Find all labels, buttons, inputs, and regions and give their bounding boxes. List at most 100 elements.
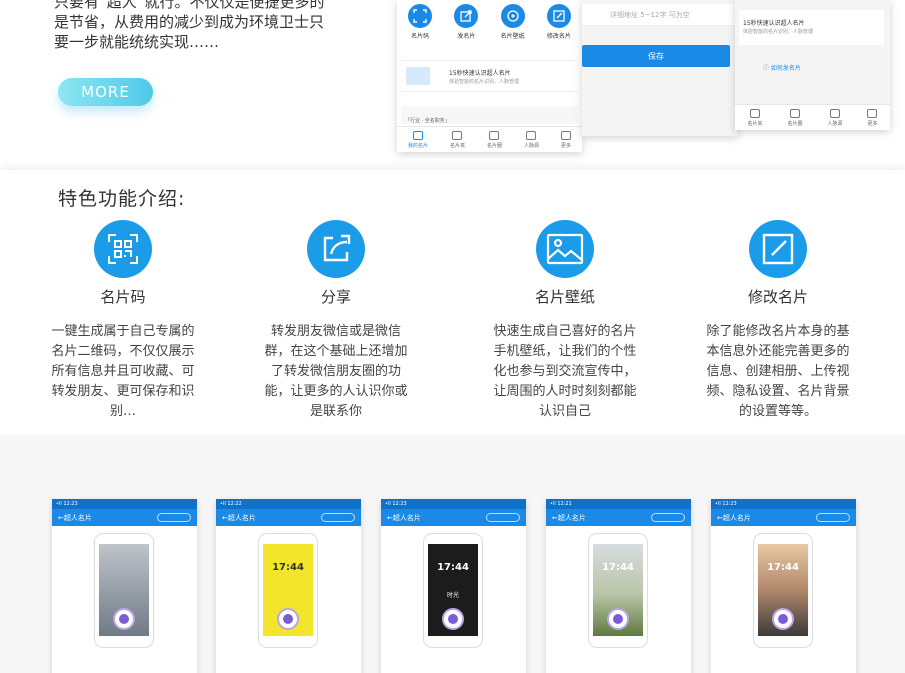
address-field[interactable]: 详细地址 5~12字 可为空 [582,4,738,26]
app-screenshot-address: 详细地址 5~12字 可为空 保存 [582,0,738,136]
action-label: 修改名片 [546,33,571,40]
wallpaper-art [99,544,149,636]
howto-link[interactable]: ⓘ 如何发名片 [763,63,801,72]
tab-label: 更多 [560,142,571,149]
phone-frame: 17:44 [753,533,813,648]
feature-name: 修改名片 [747,288,808,306]
tab-more[interactable]: 更多 [560,130,571,149]
wallpaper-sunset: 17:44 [758,544,808,636]
tab-contacts[interactable]: 人脉源 [523,130,539,149]
status-bar: •ll 12:21 [546,499,691,509]
tab-label: 名片圈 [787,120,803,127]
folder-icon [452,130,463,140]
tab-my-card[interactable]: 我的名片 [407,130,428,149]
intro-text: 只要有“超人”就行。不仅仅是便捷更多的 是节省，从费用的减少到成为环境卫士只 要… [54,0,364,52]
feature-qr-code: 名片码 一键生成属于自己专属的名片二维码，不仅仅展示所有信息并且可收藏、可转发朋… [43,220,203,422]
nav-title: 超人名片 [392,513,421,522]
capsule-menu[interactable] [651,513,685,522]
wallpaper-dark: 17:44 时光 [428,544,478,636]
intro-line-3: 要一步就能统统实现…… [54,33,220,51]
tab-label: 更多 [867,120,878,127]
phone-frame [94,533,154,648]
status-bar: •ll 12:23 [381,499,526,509]
howto-label: 如何发名片 [770,65,801,72]
wallpaper-field: 17:44 [593,544,643,636]
nav-bar: ← 超人名片 [546,509,691,526]
nav-bar: ← 超人名片 [381,509,526,526]
capsule-menu[interactable] [157,513,191,522]
tab-bar: 名片夹 名片圈 人脉源 更多 [735,104,890,130]
phone-frame: 17:44 [588,533,648,648]
edit-icon [546,4,571,28]
card-badge-icon [442,608,464,630]
lock-time: 17:44 [602,562,634,573]
picture-icon [536,220,594,278]
action-wallpaper[interactable]: 名片壁纸 [493,4,533,46]
home-icon [867,108,878,118]
people-icon [489,130,500,140]
nav-title: 超人名片 [227,513,256,522]
share-icon [307,220,365,278]
scan-icon [408,4,433,28]
feature-desc: 除了能修改名片本身的基本信息外还能完善更多的信息、创建相册、上传视频、隐私设置、… [706,324,850,419]
nav-title: 超人名片 [63,513,92,522]
search-icon [829,108,840,118]
app-screenshot-home: 名片码 发名片 名片壁纸 修改名片 15秒快速认识超人名片 体验智能的名片识别、… [397,0,582,152]
wallpaper-icon [500,4,525,28]
promo-subtitle: 体验智能的名片识别、人脉管理 [449,79,520,85]
feature-name: 分享 [320,288,351,306]
more-button[interactable]: MORE [58,78,153,106]
page: 只要有“超人”就行。不仅仅是便捷更多的 是节省，从费用的减少到成为环境卫士只 要… [0,0,905,673]
card-badge-icon [113,608,135,630]
capsule-menu[interactable] [816,513,850,522]
nav-bar: ← 超人名片 [711,509,856,526]
lock-time: 17:44 [437,562,469,573]
action-edit[interactable]: 修改名片 [539,4,579,46]
action-label: 发名片 [457,33,476,40]
wallpaper-showcase: •ll 12:23 ← 超人名片 •ll 12:22 ← 超人名片 17:44 … [0,435,905,673]
tab-card-circle[interactable]: 名片圈 [487,130,502,149]
features-section: 特色功能介绍: 名片码 一键生成属于自己专属的名片二维码，不仅仅展示所有信息并且… [0,170,905,435]
address-placeholder: 详细地址 5~12字 可为空 [610,11,690,19]
tab-label: 名片夹 [747,120,763,127]
wallpaper-yellow: 17:44 [263,544,313,636]
promo-card[interactable]: 15秒快速认识超人名片 体验智能的名片识别、人脉管理 [401,60,578,92]
tab-more[interactable]: 更多 [867,108,878,127]
promo-subtitle: 体验智能的名片识别、人脉管理 [743,29,814,35]
card-block-text: 「行业 · 全名职务」 [405,118,450,124]
wallpaper-screen: •ll 12:23 ← 超人名片 17:44 [711,499,856,673]
lock-time: 17:44 [767,562,799,573]
save-button[interactable]: 保存 [582,45,730,67]
send-icon [454,4,479,28]
tab-card-circle[interactable]: 名片圈 [787,108,803,127]
qr-code-icon [94,220,152,278]
wallpaper-screen: •ll 12:22 ← 超人名片 17:44 [216,499,361,673]
action-qr[interactable]: 名片码 [400,4,440,46]
tab-label: 我的名片 [407,142,428,149]
folder-icon [749,108,760,118]
lock-time: 17:44 [272,562,304,573]
status-bar: •ll 12:23 [711,499,856,509]
action-label: 名片壁纸 [500,33,525,40]
tab-card-folder[interactable]: 名片夹 [450,130,465,149]
nav-bar: ← 超人名片 [52,509,197,526]
card-thumbnail [406,67,430,85]
tab-label: 人脉源 [523,142,539,149]
intro-line-2: 是节省，从费用的减少到成为环境卫士只 [54,13,325,31]
tab-label: 人脉源 [827,120,843,127]
promo-card[interactable]: 15秒快速认识超人名片 体验智能的名片识别、人脉管理 [739,10,884,45]
search-icon [526,130,537,140]
phone-frame: 17:44 时光 [423,533,483,648]
nav-bar: ← 超人名片 [216,509,361,526]
features-title: 特色功能介绍: [58,188,186,210]
capsule-menu[interactable] [321,513,355,522]
tab-card-folder[interactable]: 名片夹 [747,108,763,127]
capsule-menu[interactable] [486,513,520,522]
action-send[interactable]: 发名片 [446,4,486,46]
feature-name: 名片码 [100,288,146,306]
nav-title: 超人名片 [722,513,751,522]
phone-frame: 17:44 [258,533,318,648]
feature-name: 名片壁纸 [534,288,595,306]
nav-title: 超人名片 [557,513,586,522]
tab-contacts[interactable]: 人脉源 [827,108,843,127]
